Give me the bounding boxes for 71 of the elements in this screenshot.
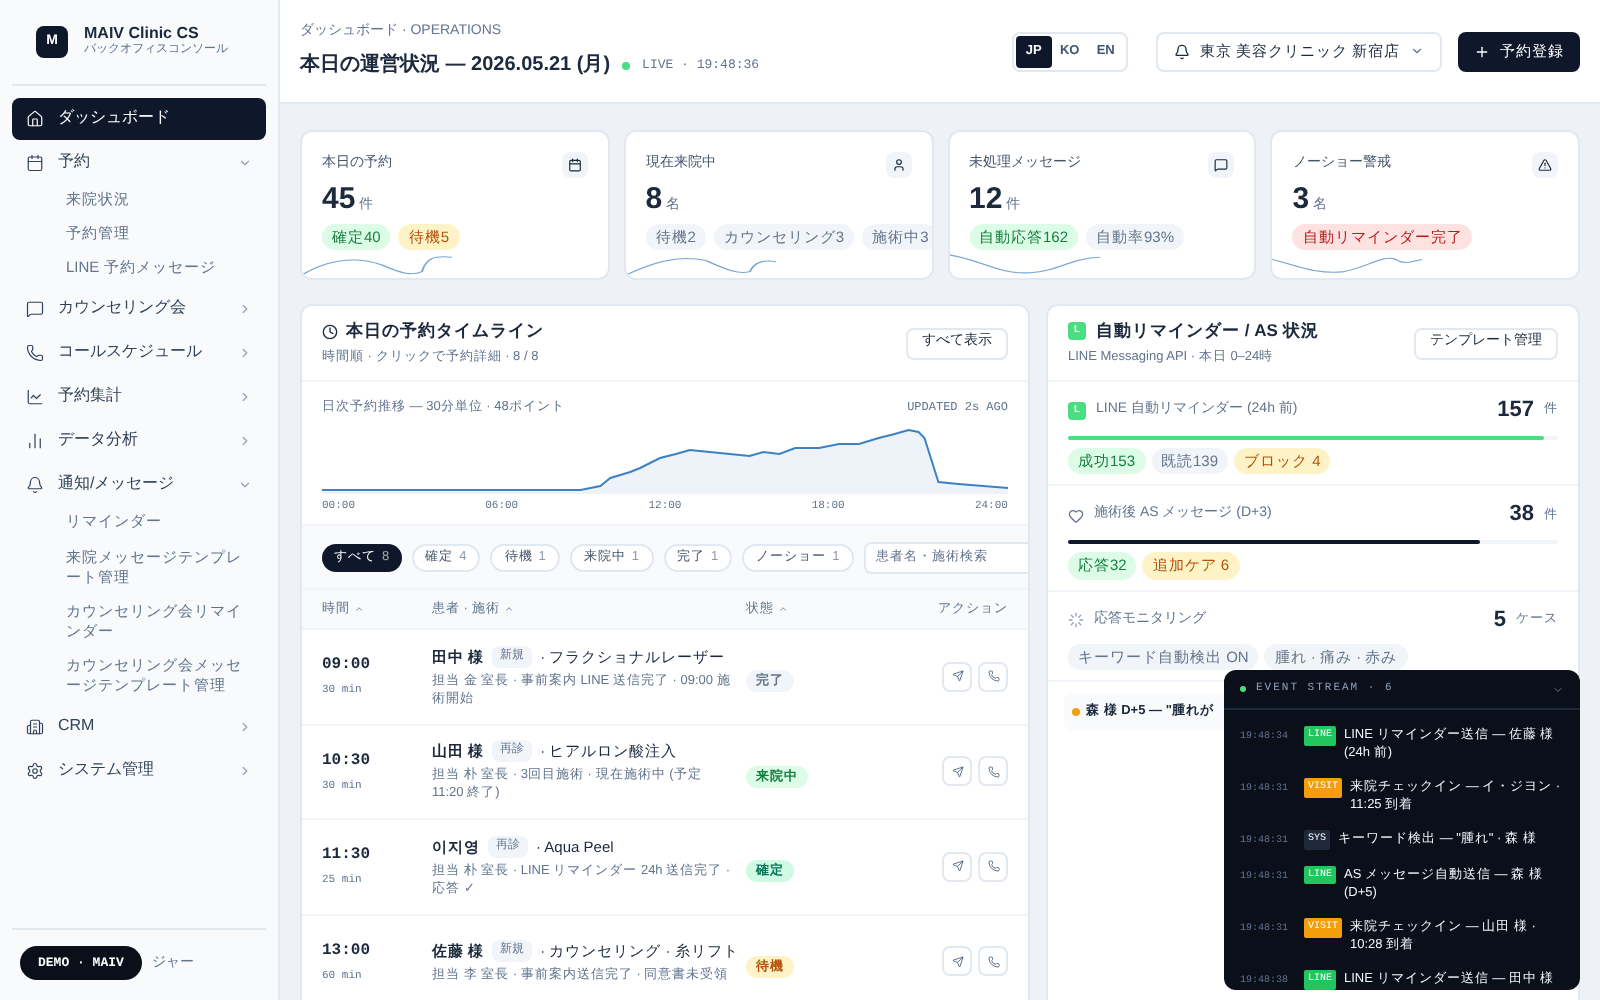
panel-title: 自動リマインダー / AS 状況 xyxy=(1096,318,1319,344)
bell-icon xyxy=(26,475,44,494)
page-title: 本日の運営状況 — 2026.05.21 (月) xyxy=(300,51,611,81)
send-button[interactable] xyxy=(942,851,972,882)
panel-title: 本日の予約タイムライン xyxy=(346,318,544,344)
nav-item[interactable]: 予約集計 xyxy=(12,375,266,418)
nav-item[interactable]: システム管理 xyxy=(12,749,266,792)
chevron-icon xyxy=(238,301,252,316)
section-value: 157 xyxy=(1497,396,1534,426)
section-value: 5 xyxy=(1493,605,1506,635)
time-cell-text: 11:30 xyxy=(322,844,373,869)
clock-icon xyxy=(322,323,338,340)
gear-icon xyxy=(26,761,44,780)
phone-icon xyxy=(987,765,999,778)
nav-item[interactable]: ダッシュボード xyxy=(12,97,266,139)
home-icon xyxy=(26,109,44,127)
time-cell-text: 09:00 xyxy=(322,654,373,679)
calendar-icon xyxy=(26,153,44,171)
send-button[interactable] xyxy=(942,946,972,977)
sort-icon xyxy=(503,604,514,614)
heart-icon xyxy=(1068,507,1084,523)
chevron-icon xyxy=(238,345,252,360)
chevron-icon xyxy=(1552,683,1564,695)
chevron-icon xyxy=(238,389,252,404)
time-cell-text: 13:00 xyxy=(322,939,373,964)
chevron-icon xyxy=(238,155,252,169)
bar-chart-icon xyxy=(26,431,44,450)
sort-icon xyxy=(354,604,364,614)
phone-icon xyxy=(987,670,999,683)
nav-item[interactable]: コールスケジュール xyxy=(12,331,266,374)
building-icon xyxy=(26,717,44,736)
brand-name: MAIV Clinic CS xyxy=(84,24,201,43)
stat-value: 8 xyxy=(645,184,663,214)
nav-item[interactable]: カウンセリング会 xyxy=(12,287,266,330)
stat-value: 3 xyxy=(1292,184,1310,214)
send-icon xyxy=(951,955,963,968)
stat-value: 45 xyxy=(322,184,356,214)
send-button[interactable] xyxy=(942,661,972,692)
chevron-icon xyxy=(238,433,252,448)
stat-value: 12 xyxy=(969,184,1003,214)
chevron-icon xyxy=(238,719,252,734)
chat-bubble-icon xyxy=(1208,152,1235,178)
phone-icon xyxy=(987,860,999,873)
nav-item[interactable]: 予約 xyxy=(12,141,266,183)
nav-item[interactable]: 通知/メッセージ xyxy=(12,463,266,506)
phone-icon xyxy=(987,955,999,968)
call-button[interactable] xyxy=(978,851,1008,882)
plus-icon xyxy=(1474,43,1490,59)
send-icon xyxy=(951,860,963,873)
nav-item[interactable]: CRM xyxy=(12,705,266,748)
call-button[interactable] xyxy=(978,661,1008,692)
person-icon xyxy=(885,152,911,178)
call-button[interactable] xyxy=(978,756,1008,787)
time-cell-text: 10:30 xyxy=(322,749,373,774)
chevron-icon xyxy=(238,763,252,778)
chevron-icon xyxy=(1410,44,1424,58)
nav-item[interactable]: データ分析 xyxy=(12,419,266,462)
sort-icon xyxy=(778,604,788,614)
chat-bubble-icon xyxy=(26,299,44,318)
send-button[interactable] xyxy=(942,756,972,787)
phone-icon xyxy=(26,343,44,362)
line-chart-icon xyxy=(26,387,44,406)
bell-icon xyxy=(1173,43,1190,59)
send-icon xyxy=(951,765,963,778)
chevron-icon xyxy=(238,477,252,492)
call-button[interactable] xyxy=(978,946,1008,977)
calendar-icon xyxy=(561,152,588,178)
warning-icon xyxy=(1532,152,1558,178)
spinner-icon xyxy=(1068,611,1084,628)
send-icon xyxy=(951,670,963,683)
section-value: 38 xyxy=(1509,500,1534,531)
